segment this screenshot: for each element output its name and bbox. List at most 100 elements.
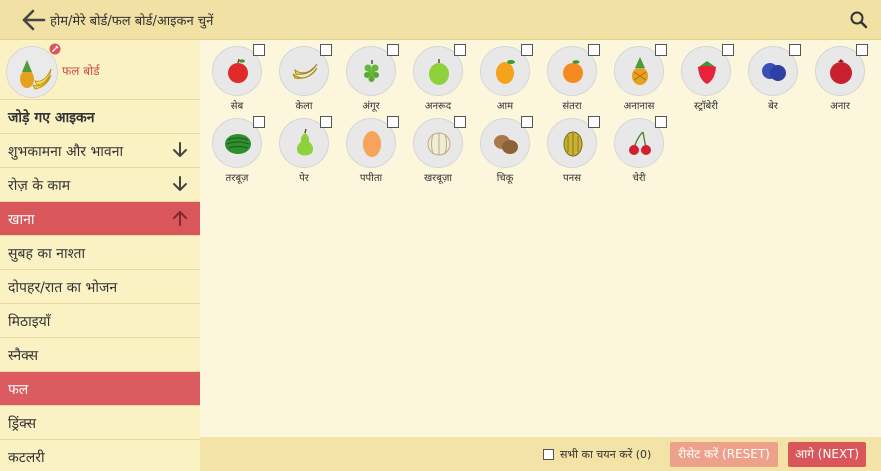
icon-tile-guava[interactable]: अनरूद xyxy=(406,44,470,114)
sidebar-item-label: सुबह का नाश्ता xyxy=(8,246,86,262)
icon-label: सेब xyxy=(230,101,244,112)
icon-label: चेरी xyxy=(632,173,646,184)
board-header[interactable]: फल बोर्ड xyxy=(0,40,200,100)
icon-tile-banana[interactable]: केला xyxy=(272,44,336,114)
sidebar-item-breakfast[interactable]: सुबह का नाश्ता xyxy=(0,236,200,270)
icon-label: पपीता xyxy=(359,173,383,184)
arrow-left-icon[interactable] xyxy=(20,8,46,32)
select-checkbox[interactable] xyxy=(588,116,600,128)
icon-label: अंगूर xyxy=(362,101,380,112)
icon-tile-muskmelon[interactable]: खरबूज़ा xyxy=(406,116,470,186)
pear-icon xyxy=(297,128,313,156)
search-icon[interactable] xyxy=(849,10,869,30)
icon-tile-jackfruit[interactable]: पनस xyxy=(540,116,604,186)
sidebar-item-label: जोड़े गए आइकन xyxy=(8,110,95,126)
icon-label: तरबूज़ xyxy=(225,173,249,184)
apple-icon xyxy=(228,58,248,83)
select-checkbox[interactable] xyxy=(655,44,667,56)
mango-icon xyxy=(496,60,515,84)
icon-label: बेर xyxy=(768,101,778,112)
watermelon-icon xyxy=(225,134,251,154)
select-checkbox[interactable] xyxy=(387,116,399,128)
cherry-icon xyxy=(629,131,651,155)
sidebar-item-lunch-dinner[interactable]: दोपहर/रात का भोजन xyxy=(0,270,200,304)
sidebar-item-label: खाना xyxy=(8,212,35,228)
select-all-checkbox[interactable] xyxy=(543,449,554,460)
sidebar-item-added-icons[interactable]: जोड़े गए आइकन xyxy=(0,100,200,134)
sidebar-item-label: शुभकामना और भावना xyxy=(8,144,124,160)
sidebar-item-cutlery[interactable]: कटलरी xyxy=(0,440,200,471)
select-checkbox[interactable] xyxy=(320,44,332,56)
breadcrumb[interactable]: होम/मेरे बोर्ड/फल बोर्ड/आइकन चुनें xyxy=(50,11,213,29)
footer-bar: सभी का चयन करें (0) रीसेट करें (RESET) आ… xyxy=(200,437,881,471)
sidebar-item-label: ड्रिंक्स xyxy=(8,416,37,432)
reset-button[interactable]: रीसेट करें (RESET) xyxy=(670,442,778,467)
select-all-toggle[interactable]: सभी का चयन करें (0) xyxy=(543,447,651,462)
icon-tile-pear[interactable]: पेर xyxy=(272,116,336,186)
icon-tile-cherry[interactable]: चेरी xyxy=(607,116,671,186)
edit-badge-icon[interactable] xyxy=(49,43,61,55)
sidebar-item-label: कटलरी xyxy=(8,450,45,466)
arrow-down-icon xyxy=(173,176,187,191)
select-checkbox[interactable] xyxy=(655,116,667,128)
icon-label: अनरूद xyxy=(424,101,452,112)
sidebar-item-label: रोज़ के काम xyxy=(8,178,71,194)
orange-icon xyxy=(563,60,583,83)
icon-tile-pomegranate[interactable]: अनार xyxy=(808,44,872,114)
top-bar: होम/मेरे बोर्ड/फल बोर्ड/आइकन चुनें xyxy=(0,0,881,40)
icon-label: खरबूज़ा xyxy=(424,173,452,184)
select-checkbox[interactable] xyxy=(588,44,600,56)
muskmelon-icon xyxy=(427,132,451,156)
icon-label: अनानास xyxy=(623,101,655,112)
icon-tile-apple[interactable]: सेब xyxy=(205,44,269,114)
sidebar-item-drinks[interactable]: ड्रिंक्स xyxy=(0,406,200,440)
sidebar-item-label: मिठाइयाँ xyxy=(8,314,51,330)
sidebar-item-snacks[interactable]: स्नैक्स xyxy=(0,338,200,372)
icon-label: संतरा xyxy=(562,101,582,112)
select-checkbox[interactable] xyxy=(387,44,399,56)
icon-label: अनार xyxy=(830,101,850,112)
select-checkbox[interactable] xyxy=(253,44,265,56)
select-checkbox[interactable] xyxy=(253,116,265,128)
sidebar-item-fruits[interactable]: फल xyxy=(0,372,200,406)
select-checkbox[interactable] xyxy=(521,44,533,56)
select-checkbox[interactable] xyxy=(856,44,868,56)
icon-tile-plum[interactable]: बेर xyxy=(741,44,805,114)
icon-tile-pineapple[interactable]: अनानास xyxy=(607,44,671,114)
sidebar-item-greetings[interactable]: शुभकामना और भावना xyxy=(0,134,200,168)
select-all-label: सभी का चयन करें (0) xyxy=(560,448,652,461)
sidebar-item-food[interactable]: खाना xyxy=(0,202,200,236)
strawberry-icon xyxy=(698,61,716,84)
next-button[interactable]: आगे (NEXT) xyxy=(788,442,866,467)
select-checkbox[interactable] xyxy=(320,116,332,128)
arrow-up-icon xyxy=(173,211,187,226)
sidebar-item-label: फल xyxy=(8,382,29,398)
icon-tile-orange[interactable]: संतरा xyxy=(540,44,604,114)
sidebar-item-sweets[interactable]: मिठाइयाँ xyxy=(0,304,200,338)
jackfruit-icon xyxy=(563,131,583,157)
icon-tile-watermelon[interactable]: तरबूज़ xyxy=(205,116,269,186)
icon-label: केला xyxy=(295,101,313,112)
board-label: फल बोर्ड xyxy=(62,64,100,78)
select-checkbox[interactable] xyxy=(454,44,466,56)
icon-label: चिकू xyxy=(496,173,514,184)
plum-icon xyxy=(762,63,786,81)
papaya-icon xyxy=(363,131,381,157)
arrow-down-icon xyxy=(173,142,187,157)
icon-label: स्ट्रॉबेरी xyxy=(694,101,718,112)
sidebar-item-label: दोपहर/रात का भोजन xyxy=(8,280,118,296)
icon-label: पनस xyxy=(563,173,581,184)
select-checkbox[interactable] xyxy=(521,116,533,128)
select-checkbox[interactable] xyxy=(789,44,801,56)
grapes-icon xyxy=(364,60,379,82)
chikoo-icon xyxy=(494,135,518,154)
icon-tile-grapes[interactable]: अंगूर xyxy=(339,44,403,114)
sidebar-item-daily-tasks[interactable]: रोज़ के काम xyxy=(0,168,200,202)
icon-tile-chikoo[interactable]: चिकू xyxy=(473,116,537,186)
select-checkbox[interactable] xyxy=(722,44,734,56)
icon-tile-papaya[interactable]: पपीता xyxy=(339,116,403,186)
icon-tile-strawberry[interactable]: स्ट्रॉबेरी xyxy=(674,44,738,114)
pineapple-icon xyxy=(632,57,648,85)
icon-tile-mango[interactable]: आम xyxy=(473,44,537,114)
select-checkbox[interactable] xyxy=(454,116,466,128)
